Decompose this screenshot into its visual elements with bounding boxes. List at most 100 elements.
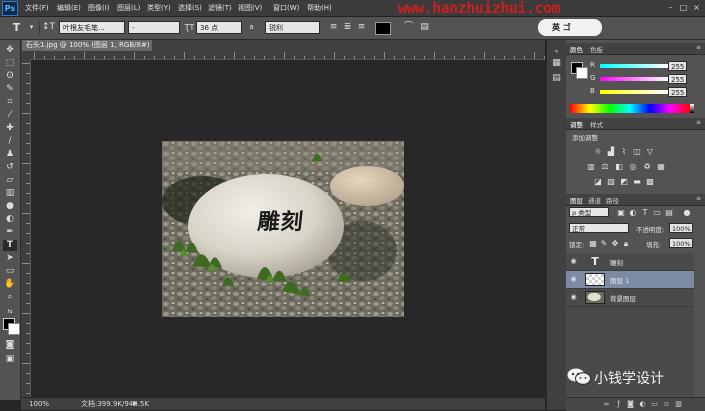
menu-help[interactable]: 帮助(H) xyxy=(307,3,332,13)
photo-filter-icon[interactable]: ◎ xyxy=(628,162,638,171)
font-style-select[interactable]: - xyxy=(128,21,180,34)
text-orientation-icon[interactable]: ↕T xyxy=(42,21,55,34)
filter-smart-icon[interactable]: ▤ xyxy=(664,208,674,217)
path-select-tool-icon[interactable]: ➤ xyxy=(3,253,17,264)
history-panel-icon[interactable]: ▦ xyxy=(551,58,562,69)
stamp-tool-icon[interactable]: ♟ xyxy=(3,149,17,160)
eye-icon[interactable]: ◉ xyxy=(569,275,578,284)
panel-menu-icon[interactable]: ≡ xyxy=(696,44,701,51)
zoom-level[interactable]: 100% xyxy=(29,398,49,410)
character-panel-icon[interactable]: ▤ xyxy=(418,21,431,34)
zoom-tool-icon[interactable]: ⌕ xyxy=(3,292,17,303)
vertical-ruler[interactable] xyxy=(21,59,31,397)
crop-tool-icon[interactable]: ⌗ xyxy=(3,97,17,108)
menu-layer[interactable]: 图层(L) xyxy=(117,3,140,13)
history-brush-tool-icon[interactable]: ↺ xyxy=(3,162,17,173)
menu-select[interactable]: 选择(S) xyxy=(178,3,202,13)
maximize-icon[interactable]: □ xyxy=(679,3,688,12)
shape-tool-icon[interactable]: ▭ xyxy=(3,266,17,277)
tab-styles[interactable]: 样式 xyxy=(590,119,603,129)
blue-slider[interactable] xyxy=(600,90,668,94)
layer-row-pixel[interactable]: ◉ 图层 1 xyxy=(566,271,694,289)
gradient-tool-icon[interactable]: ▥ xyxy=(3,188,17,199)
align-center-icon[interactable]: ≣ xyxy=(341,21,354,34)
blend-mode-select[interactable]: 正常 xyxy=(569,223,629,233)
layer-row-text[interactable]: ◉ T 雕刻 xyxy=(566,253,694,271)
new-layer-icon[interactable]: ▫ xyxy=(662,400,671,409)
brush-tool-icon[interactable]: / xyxy=(3,136,17,147)
channel-mixer-icon[interactable]: ♻ xyxy=(642,162,652,171)
document-image[interactable]: 雕刻 xyxy=(162,141,404,317)
minimize-icon[interactable]: – xyxy=(666,3,675,12)
exposure-icon[interactable]: ◫ xyxy=(632,147,642,156)
layer-name[interactable]: 雕刻 xyxy=(610,257,623,267)
posterize-icon[interactable]: ▨ xyxy=(606,177,616,186)
menu-filter[interactable]: 滤镜(T) xyxy=(208,3,232,13)
align-left-icon[interactable]: ≡ xyxy=(327,21,340,34)
input-method-badge[interactable]: 英 ゴ xyxy=(538,19,602,36)
curves-icon[interactable]: ⌇ xyxy=(619,147,629,156)
tab-layers[interactable]: 图层 xyxy=(570,195,583,205)
font-size-select[interactable]: 36 点 xyxy=(196,21,242,34)
delete-layer-icon[interactable]: ▥ xyxy=(674,400,683,409)
red-slider[interactable] xyxy=(600,64,668,68)
lock-transparent-icon[interactable]: ▦ xyxy=(588,239,598,248)
color-lookup-icon[interactable]: ▦ xyxy=(656,162,666,171)
layer-filter-kind-select[interactable]: ρ 类型 xyxy=(569,207,609,217)
marquee-tool-icon[interactable]: ⬚ xyxy=(3,58,17,69)
text-color-swatch[interactable] xyxy=(375,22,391,35)
hand-tool-icon[interactable]: ✋ xyxy=(3,279,17,290)
color-spectrum-bar[interactable] xyxy=(570,104,690,113)
black-white-icon[interactable]: ◧ xyxy=(614,162,624,171)
selective-color-icon[interactable]: ▩ xyxy=(645,177,655,186)
fill-input[interactable]: 100% xyxy=(669,238,693,248)
layer-style-icon[interactable]: ƒ xyxy=(614,400,623,409)
blur-tool-icon[interactable]: ● xyxy=(3,201,17,212)
menu-edit[interactable]: 编辑(E) xyxy=(57,3,81,13)
tool-preset-chevron-icon[interactable]: ▾ xyxy=(25,21,38,34)
horizontal-ruler[interactable] xyxy=(30,51,545,60)
dodge-tool-icon[interactable]: ◐ xyxy=(3,214,17,225)
eye-icon[interactable]: ◉ xyxy=(569,257,578,266)
tab-swatches[interactable]: 色板 xyxy=(590,44,603,54)
close-icon[interactable]: × xyxy=(692,3,701,12)
quick-select-tool-icon[interactable]: ✎ xyxy=(3,84,17,95)
eye-icon[interactable]: ◉ xyxy=(569,293,578,302)
background-color-swatch[interactable] xyxy=(8,323,20,335)
lock-position-icon[interactable]: ✥ xyxy=(610,239,620,248)
quick-mask-icon[interactable]: ◙ xyxy=(3,340,17,351)
font-family-select[interactable]: 叶根友毛笔... xyxy=(59,21,125,34)
warp-text-icon[interactable]: ⌒ xyxy=(402,21,415,34)
menu-view[interactable]: 视图(V) xyxy=(238,3,262,13)
document-size[interactable]: 文档:399.9K/948.5K xyxy=(81,398,149,410)
layer-name[interactable]: 图层 1 xyxy=(610,275,629,285)
layer-name[interactable]: 背景图层 xyxy=(610,293,636,303)
hue-saturation-icon[interactable]: ▥ xyxy=(586,162,596,171)
healing-brush-tool-icon[interactable]: ✚ xyxy=(3,123,17,134)
add-mask-icon[interactable]: ◙ xyxy=(626,400,635,409)
filter-adjustment-icon[interactable]: ◐ xyxy=(628,208,638,217)
align-right-icon[interactable]: ≡ xyxy=(355,21,368,34)
levels-icon[interactable]: ▟ xyxy=(606,147,616,156)
invert-icon[interactable]: ◪ xyxy=(593,177,603,186)
type-tool-icon[interactable]: T xyxy=(3,240,17,251)
type-tool-icon[interactable]: T xyxy=(10,21,23,34)
lock-image-icon[interactable]: ✎ xyxy=(599,239,609,248)
screen-mode-icon[interactable]: ▣ xyxy=(3,354,17,365)
new-adjustment-icon[interactable]: ◐ xyxy=(638,400,647,409)
color-balance-icon[interactable]: ⚖ xyxy=(600,162,610,171)
filter-shape-icon[interactable]: ▭ xyxy=(652,208,662,217)
eraser-tool-icon[interactable]: ▱ xyxy=(3,175,17,186)
tab-color[interactable]: 颜色 xyxy=(570,44,583,54)
menu-image[interactable]: 图像(I) xyxy=(88,3,110,13)
anti-alias-select[interactable]: 锐利 xyxy=(265,21,320,34)
menu-file[interactable]: 文件(F) xyxy=(25,3,49,13)
menu-window[interactable]: 窗口(W) xyxy=(273,3,299,13)
document-tab[interactable]: 石头1.jpg @ 100% (图层 1, RGB/8#) * × xyxy=(22,40,152,51)
move-tool-icon[interactable]: ✥ xyxy=(3,45,17,56)
tab-channels[interactable]: 通道 xyxy=(588,195,601,205)
filter-pixel-icon[interactable]: ▣ xyxy=(616,208,626,217)
green-value[interactable]: 255 xyxy=(668,74,687,84)
vibrance-icon[interactable]: ▽ xyxy=(645,147,655,156)
blue-value[interactable]: 255 xyxy=(668,87,687,97)
